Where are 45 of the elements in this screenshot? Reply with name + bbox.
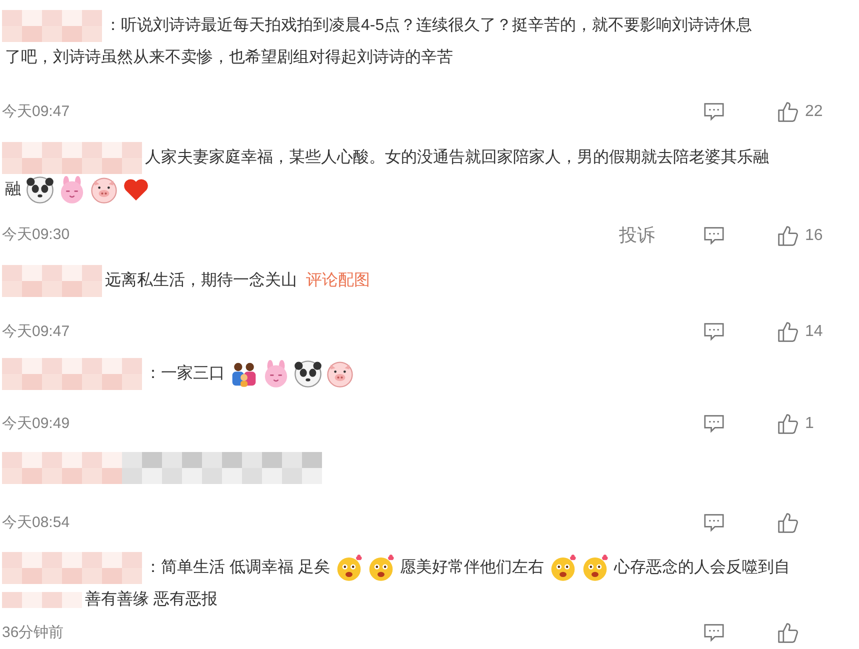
comment-time: 今天08:54 <box>2 512 70 532</box>
thumbs-up-icon[interactable] <box>777 321 799 343</box>
comment-text: 人家夫妻家庭幸福，某些人心酸。女的没通告就回家陪家人，男的假期就去陪老婆其乐融 <box>145 149 769 166</box>
comment-text: ：简单生活 低调幸福 足矣 <box>145 559 330 576</box>
pig-emoji-icon <box>326 360 354 388</box>
image-link[interactable]: 评论配图 <box>306 272 370 290</box>
thumbs-up-icon[interactable] <box>777 622 799 644</box>
comment-text: 愿美好常伴他们左右 <box>400 559 544 576</box>
like-count: 1 <box>805 414 814 434</box>
comment-text: 融 <box>5 181 21 198</box>
reply-icon[interactable] <box>703 622 725 643</box>
comment-text: 了吧，刘诗诗虽然从来不卖惨，也希望剧组对得起刘诗诗的辛苦 <box>5 49 453 66</box>
comment-time: 今天09:47 <box>2 102 70 122</box>
rabbit-emoji-icon <box>262 360 290 388</box>
comment-time: 今天09:30 <box>2 225 70 246</box>
comment-text: ：一家三口 <box>145 365 225 382</box>
blush-emoji-icon <box>334 554 363 582</box>
comment-time: 36分钟前 <box>2 622 64 642</box>
report-link[interactable]: 投诉 <box>619 222 655 249</box>
reply-icon[interactable] <box>703 102 725 122</box>
thumbs-up-icon[interactable] <box>777 101 799 123</box>
like-count: 22 <box>805 102 823 122</box>
rabbit-emoji-icon <box>58 176 86 204</box>
like-count: 14 <box>805 322 823 342</box>
thumbs-up-icon[interactable] <box>777 224 799 246</box>
blush-emoji-icon <box>580 554 609 582</box>
family-emoji-icon <box>230 360 258 388</box>
like-count: 16 <box>805 226 823 246</box>
panda-emoji-icon <box>26 176 54 204</box>
blush-emoji-icon <box>366 554 395 582</box>
comment-time: 今天09:49 <box>2 414 70 434</box>
pig-emoji-icon <box>90 176 118 204</box>
comment-text: 心存恶念的人会反噬到自 <box>614 559 790 576</box>
panda-emoji-icon <box>294 360 322 388</box>
comment-text: 远离私生活，期待一念关山 <box>105 272 297 290</box>
reply-icon[interactable] <box>703 322 725 342</box>
reply-icon[interactable] <box>703 414 725 434</box>
reply-icon[interactable] <box>703 226 725 246</box>
thumbs-up-icon[interactable] <box>777 512 799 534</box>
thumbs-up-icon[interactable] <box>777 413 799 435</box>
comment-time: 今天09:47 <box>2 322 70 342</box>
comment-text: ：听说刘诗诗最近每天拍戏拍到凌晨4-5点？连续很久了？挺辛苦的，就不要影响刘诗诗休息 <box>105 17 752 34</box>
comment-text: 善有善缘 恶有恶报 <box>85 591 218 608</box>
blush-emoji-icon <box>548 554 577 582</box>
reply-icon[interactable] <box>703 512 725 533</box>
